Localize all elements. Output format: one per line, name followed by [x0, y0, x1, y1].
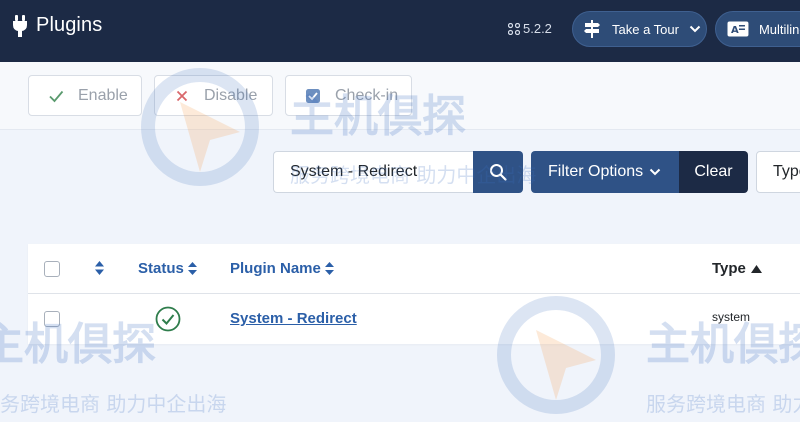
type-column-header[interactable]: Type: [712, 260, 762, 277]
disable-label: Disable: [204, 86, 258, 104]
clear-button[interactable]: Clear: [679, 151, 748, 193]
watermark-subtext: 服务跨境电商 助力中企出海: [646, 392, 800, 416]
signpost-icon: [584, 20, 600, 38]
status-header-label: Status: [138, 260, 184, 277]
table-row: System - Redirect system: [28, 294, 800, 344]
svg-text:A: A: [731, 25, 739, 36]
table-header: Status Plugin Name Type: [28, 244, 800, 294]
check-in-label: Check-in: [335, 86, 399, 104]
enable-button[interactable]: Enable: [28, 75, 142, 116]
disable-button[interactable]: Disable: [154, 75, 273, 116]
take-a-tour-button[interactable]: Take a Tour: [572, 11, 707, 47]
sort-icon: [187, 262, 197, 275]
search-input[interactable]: [273, 151, 474, 193]
joomla-icon: [508, 22, 520, 35]
search-icon: [490, 164, 507, 181]
filter-options-label: Filter Options: [548, 163, 644, 180]
type-header-label: Type: [712, 260, 746, 277]
multilingual-status-button[interactable]: A Multilingual: [715, 11, 800, 47]
version-badge: 5.2.2: [508, 21, 552, 36]
chevron-down-icon: [689, 25, 701, 33]
toolbar: Enable Disable Check-in: [0, 62, 800, 130]
take-a-tour-label: Take a Tour: [612, 21, 679, 37]
type-select[interactable]: Type: [756, 151, 800, 193]
select-all-checkbox[interactable]: [44, 261, 60, 277]
brand: Plugins: [12, 14, 102, 37]
search-button[interactable]: [473, 151, 523, 193]
clear-label: Clear: [694, 163, 733, 180]
check-circle-icon[interactable]: [155, 306, 181, 332]
status-column-header[interactable]: Status: [138, 260, 197, 277]
plug-icon: [13, 14, 27, 37]
sort-ascending-icon: [750, 264, 762, 273]
plugin-name-link[interactable]: System - Redirect: [230, 310, 357, 327]
check-in-button[interactable]: Check-in: [285, 75, 412, 116]
enable-label: Enable: [78, 86, 128, 104]
plugin-name-column-header[interactable]: Plugin Name: [230, 260, 334, 277]
plugin-type-cell: system: [712, 310, 751, 324]
row-checkbox[interactable]: [44, 311, 60, 327]
version-text: 5.2.2: [523, 21, 552, 36]
type-select-value: Type: [773, 163, 800, 180]
plugin-name-header-label: Plugin Name: [230, 260, 321, 277]
app-header: Plugins 5.2.2 Take a Tour A Multilingual: [0, 0, 800, 62]
watermark-subtext: 服务跨境电商 助力中企出海: [0, 392, 227, 416]
multilingual-label: Multilingual: [758, 21, 800, 37]
check-icon: [49, 90, 64, 102]
filter-options-button[interactable]: Filter Options: [531, 151, 679, 193]
plugins-table: Status Plugin Name Type System - Redirec…: [28, 244, 800, 344]
times-icon: [176, 90, 188, 101]
sort-icon[interactable]: [95, 261, 104, 275]
checkbox-checked-icon: [306, 88, 320, 103]
chevron-down-icon: [649, 168, 661, 176]
sort-icon: [324, 262, 334, 275]
page-title: Plugins: [36, 14, 103, 36]
language-icon: A: [727, 21, 749, 37]
